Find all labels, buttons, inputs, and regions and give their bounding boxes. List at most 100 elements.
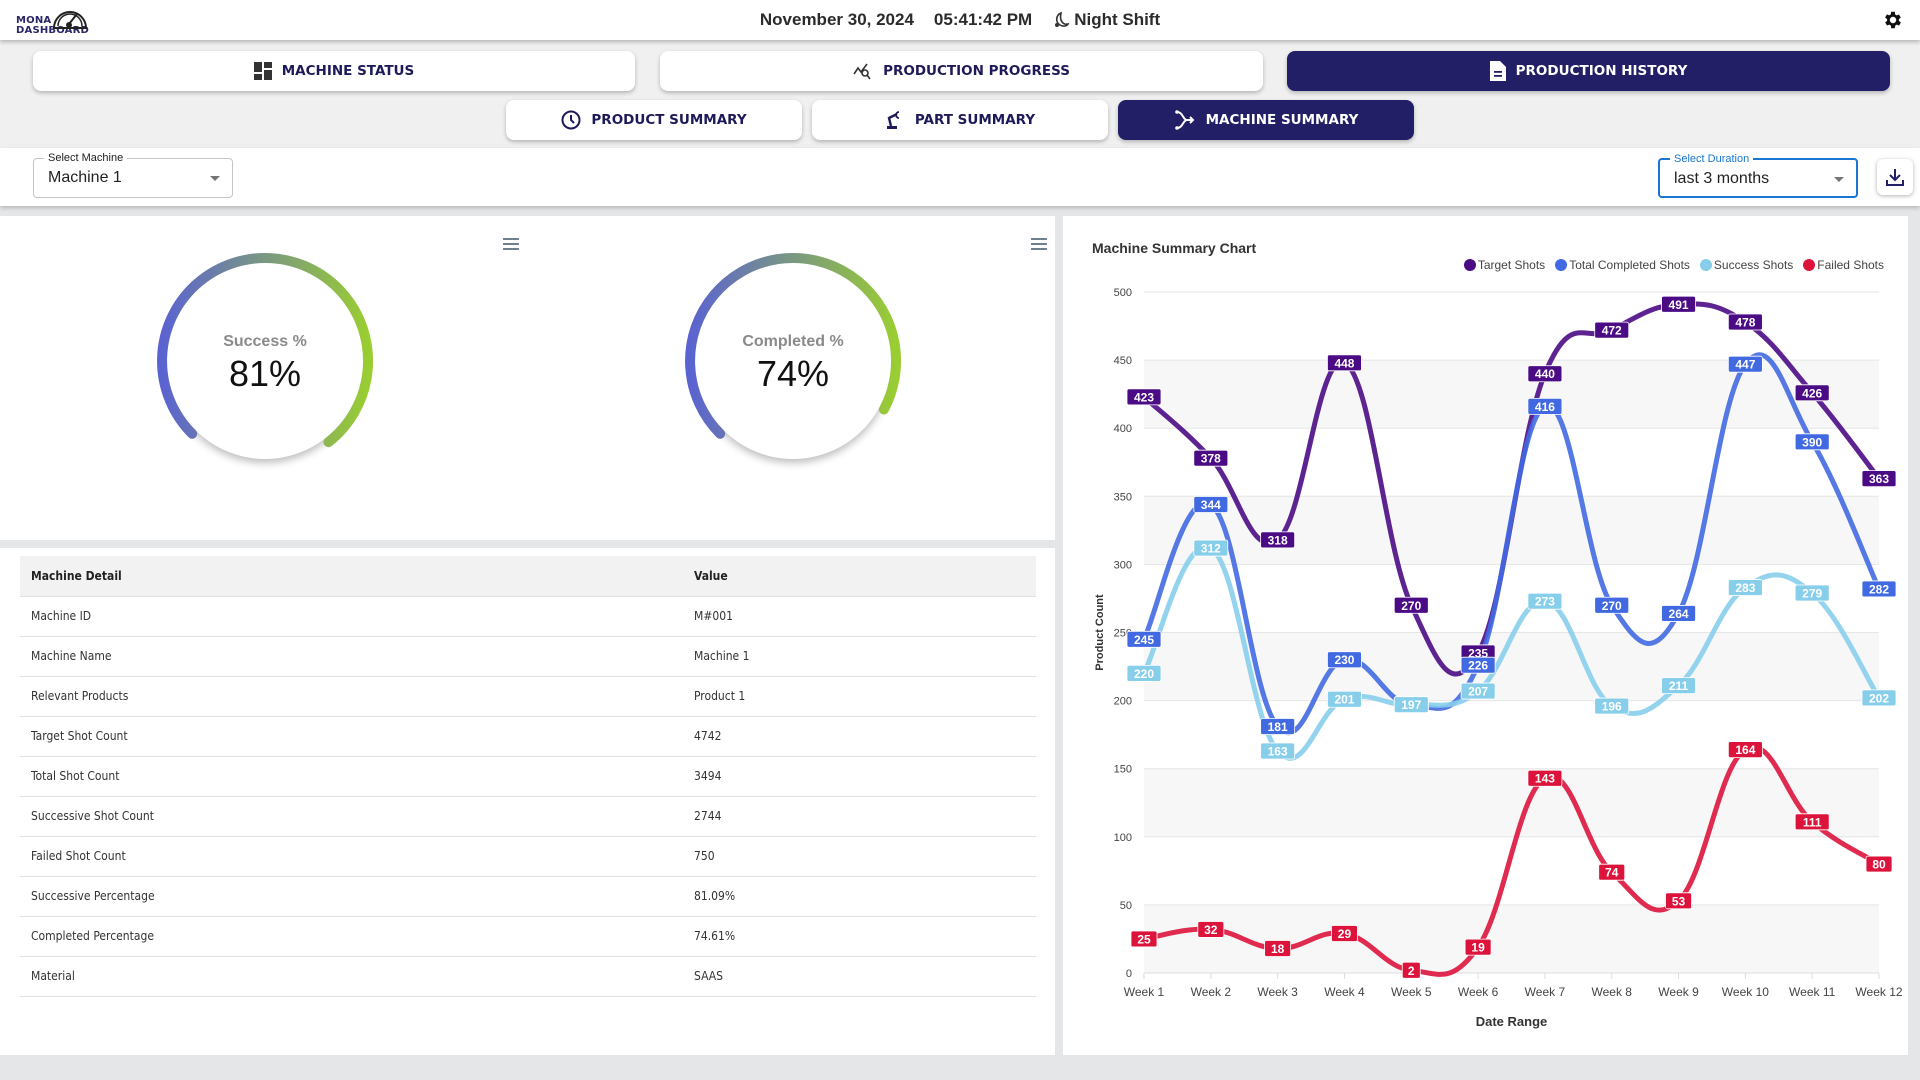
nav-machine-status[interactable]: MACHINE STATUS (33, 51, 635, 91)
gauge-menu-button[interactable] (503, 238, 519, 250)
legend-item[interactable]: Total Completed Shots (1555, 258, 1690, 272)
data-label: 202 (1869, 691, 1889, 705)
x-tick-label: Week 2 (1191, 985, 1232, 999)
nav-production-history[interactable]: PRODUCTION HISTORY (1287, 51, 1890, 91)
table-row: Machine Name Machine 1 (20, 636, 1036, 677)
x-axis-title: Date Range (1476, 1014, 1548, 1029)
top-bar: MONA DASHBOARD November 30, 2024 05:41:4… (0, 0, 1920, 40)
detail-name-cell: Successive Percentage (20, 876, 683, 917)
data-label: 220 (1134, 667, 1154, 681)
x-tick-label: Week 10 (1722, 985, 1769, 999)
detail-value-cell: 2744 (683, 796, 1036, 837)
legend-marker-icon (1699, 259, 1712, 271)
table-row: Failed Shot Count 750 (20, 836, 1036, 877)
data-label: 264 (1669, 607, 1689, 621)
legend-item[interactable]: Success Shots (1699, 258, 1793, 272)
x-tick-label: Week 5 (1391, 985, 1432, 999)
nav-label: PRODUCT SUMMARY (591, 112, 747, 128)
completed-gauge: Completed % 74% (683, 251, 903, 471)
table-row: Successive Shot Count 2744 (20, 796, 1036, 837)
data-label: 25 (1137, 932, 1151, 946)
dashboard-grid-icon (253, 62, 272, 80)
nav-machine-summary[interactable]: MACHINE SUMMARY (1118, 100, 1414, 140)
download-button[interactable] (1877, 159, 1913, 195)
legend-item[interactable]: Failed Shots (1803, 258, 1884, 272)
data-label: 378 (1201, 452, 1221, 466)
y-tick-label: 150 (1114, 764, 1132, 776)
legend-item[interactable]: Target Shots (1463, 258, 1545, 272)
data-label: 344 (1201, 498, 1221, 512)
data-label: 426 (1802, 386, 1822, 400)
current-date: November 30, 2024 (759, 10, 914, 29)
detail-value-cell: SAAS (683, 956, 1036, 997)
filter-bar: Select Machine Machine 1 Select Duration… (0, 148, 1920, 206)
table-row: Machine ID M#001 (20, 596, 1036, 637)
data-label: 491 (1669, 298, 1689, 312)
data-label: 74 (1605, 866, 1619, 880)
machine-summary-chart: 050100150200250300350400450500Week 1 Week… (1094, 287, 1903, 1029)
y-tick-label: 400 (1114, 423, 1132, 435)
data-label: 226 (1468, 659, 1488, 673)
nav-product-summary[interactable]: PRODUCT SUMMARY (506, 100, 802, 140)
chevron-down-icon (210, 176, 220, 181)
y-tick-label: 300 (1114, 559, 1132, 571)
data-label: 312 (1201, 542, 1221, 556)
table-header-row: Machine Detail Value (20, 556, 1036, 597)
detail-name-cell: Successive Shot Count (20, 796, 683, 837)
detail-name-cell: Material (20, 956, 683, 997)
data-label: 196 (1602, 700, 1622, 714)
y-tick-label: 500 (1114, 287, 1132, 299)
query-stats-icon (853, 63, 871, 80)
grid-band (1144, 360, 1879, 429)
x-tick-label: Week 12 (1855, 985, 1902, 999)
detail-value-cell: 750 (683, 836, 1036, 877)
machine-select-label: Select Machine (44, 152, 128, 164)
machine-select-value: Machine 1 (48, 169, 122, 186)
data-label: 318 (1268, 533, 1288, 547)
grid-band (1144, 768, 1879, 837)
nav-label: PART SUMMARY (914, 112, 1036, 128)
data-label: 472 (1602, 324, 1622, 338)
x-tick-label: Week 6 (1458, 985, 1499, 999)
nav-production-progress[interactable]: PRODUCTION PROGRESS (660, 51, 1263, 91)
detail-value-cell: 81.09% (683, 876, 1036, 917)
settings-button[interactable] (1882, 9, 1904, 31)
moon-icon (1055, 11, 1070, 27)
chevron-down-icon (1834, 177, 1844, 182)
nav-part-summary[interactable]: PART SUMMARY (812, 100, 1108, 140)
y-tick-label: 450 (1114, 355, 1132, 367)
y-tick-label: 100 (1114, 832, 1132, 844)
duration-select[interactable]: Select Duration last 3 months (1658, 153, 1858, 198)
gauge-menu-button[interactable] (1031, 238, 1047, 250)
y-tick-label: 350 (1114, 491, 1132, 503)
nav-label: PRODUCTION PROGRESS (883, 63, 1070, 79)
clock-icon (561, 110, 581, 130)
data-label: 279 (1802, 587, 1822, 601)
shift-indicator: Night Shift (1052, 10, 1160, 30)
detail-value-cell: 74.61% (683, 916, 1036, 957)
detail-value-cell: 3494 (683, 756, 1036, 797)
legend-marker-icon (1803, 259, 1816, 271)
data-label: 201 (1334, 693, 1354, 707)
y-axis-title: Product Count (1094, 594, 1106, 671)
data-label: 164 (1735, 743, 1755, 757)
robot-arm-icon (886, 111, 900, 129)
data-label: 478 (1735, 315, 1755, 329)
data-label: 163 (1268, 744, 1288, 758)
column-header: Machine Detail (20, 556, 683, 597)
data-label: 19 (1471, 941, 1485, 955)
legend-label: Failed Shots (1817, 258, 1884, 272)
x-tick-label: Week 4 (1324, 985, 1365, 999)
gauges-panel: Success % 81% Completed % 74% (0, 216, 1055, 540)
x-tick-label: Week 8 (1591, 985, 1632, 999)
grid-band (1144, 904, 1879, 973)
detail-name-cell: Total Shot Count (20, 756, 683, 797)
machine-select[interactable]: Select Machine Machine 1 (33, 152, 233, 198)
x-tick-label: Week 1 (1124, 985, 1165, 999)
table-row: Successive Percentage 81.09% (20, 876, 1036, 917)
data-label: 143 (1535, 772, 1555, 786)
merge-arrow-icon (1174, 110, 1195, 130)
gauge-value: 74% (756, 353, 830, 394)
x-tick-label: Week 7 (1525, 985, 1566, 999)
data-label: 197 (1401, 698, 1421, 712)
